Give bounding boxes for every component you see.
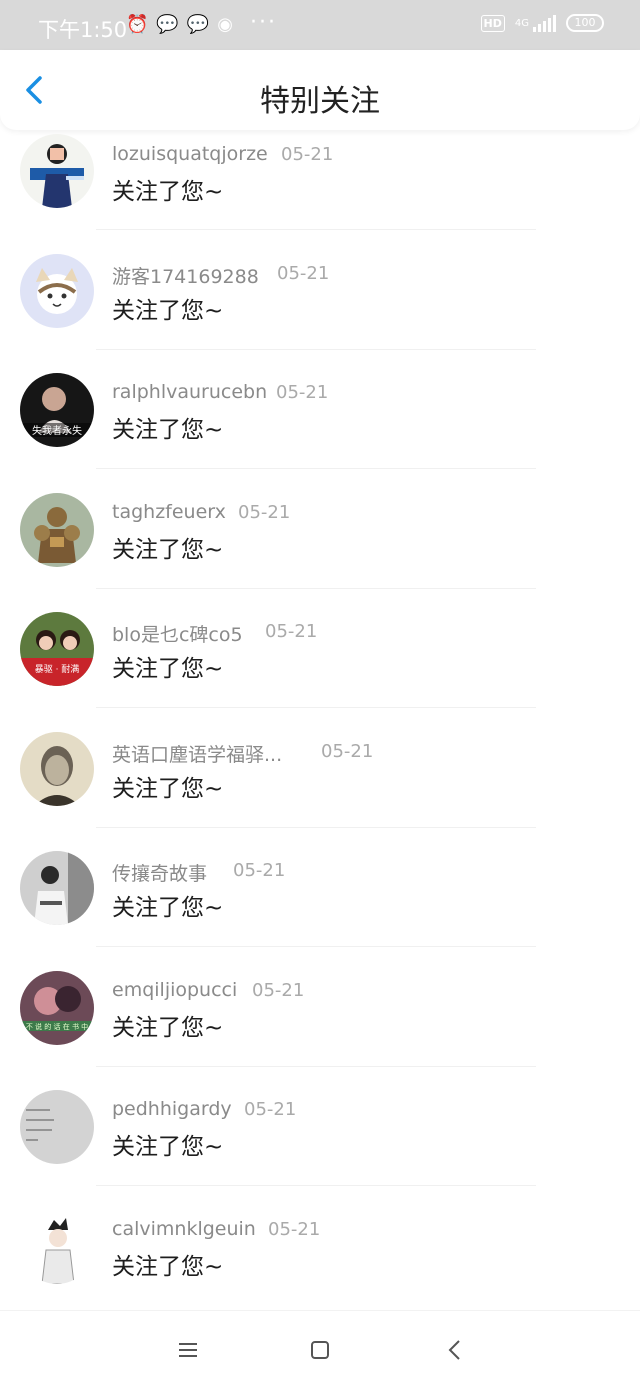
message-text: 关注了您~	[112, 297, 224, 324]
avatar[interactable]	[20, 851, 94, 925]
home-button[interactable]	[305, 1335, 335, 1365]
list-item[interactable]: 暴驱 · 耐满 blo是乜c碑co5 05-21 关注了您~	[0, 608, 640, 728]
square-home-icon	[311, 1341, 329, 1359]
list-item[interactable]: calvimnklgeuin 05-21 关注了您~	[0, 1206, 640, 1326]
timestamp: 05-21	[321, 740, 374, 762]
avatar[interactable]: 心 不 说 的 话 在 书 中 藏	[20, 970, 94, 1045]
battery-icon: 100	[566, 14, 604, 32]
divider	[96, 587, 536, 589]
divider	[96, 1185, 536, 1186]
list-item[interactable]: taghzfeuerx 05-21 关注了您~	[0, 489, 640, 609]
timestamp: 05-21	[244, 1099, 297, 1120]
hd-badge: HD	[480, 14, 505, 32]
message-text: 关注了您~	[112, 775, 224, 802]
user-name[interactable]: ralphlvaurucebn	[112, 381, 267, 403]
user-name[interactable]: 游客174169288	[112, 262, 259, 289]
system-back-button[interactable]	[440, 1335, 470, 1365]
divider	[96, 707, 536, 708]
timestamp: 05-21	[238, 501, 291, 523]
divider	[96, 946, 536, 947]
message-text: 关注了您~	[112, 895, 224, 921]
divider	[96, 826, 536, 828]
status-bar: 下午1:50 ⏰ 💬 💬 ◉ ··· HD 4G 100	[0, 0, 640, 50]
message-text: 关注了您~	[112, 1134, 224, 1160]
avatar[interactable]	[20, 253, 94, 328]
timestamp: 05-21	[252, 979, 305, 1001]
svg-text:暴驱 · 耐满: 暴驱 · 耐满	[35, 663, 80, 675]
app-header: 特别关注	[0, 50, 640, 130]
user-name[interactable]: emqiljiopucci	[112, 979, 237, 1001]
list-item[interactable]: 英语口塵语学福驿... 05-21 关注了您~	[0, 728, 640, 848]
list-item[interactable]: 传攘奇故事 05-21 关注了您~	[0, 847, 640, 967]
avatar[interactable]: 暴驱 · 耐满	[20, 612, 94, 686]
app-icon: ◉	[217, 14, 233, 35]
timestamp: 05-21	[281, 144, 334, 165]
timestamp: 05-21	[268, 1218, 321, 1240]
timestamp: 05-21	[265, 621, 318, 642]
back-triangle-icon	[448, 1340, 460, 1360]
divider	[96, 468, 536, 469]
divider	[96, 348, 536, 350]
status-system-icons: HD 4G 100	[480, 14, 604, 32]
message-text: 关注了您~	[112, 536, 224, 563]
user-name[interactable]: 英语口塵语学福驿...	[112, 740, 282, 767]
user-name[interactable]: pedhhigardy	[112, 1098, 232, 1120]
message-text: 关注了您~	[112, 417, 224, 443]
list-item[interactable]: pedhhigardy 05-21 关注了您~	[0, 1086, 640, 1206]
user-name[interactable]: 传攘奇故事	[112, 859, 207, 886]
user-name[interactable]: calvimnklgeuin	[112, 1218, 256, 1240]
svg-text:失我者永失: 失我者永失	[32, 424, 82, 437]
message-text: 关注了您~	[112, 1014, 224, 1041]
message-text: 关注了您~	[112, 179, 224, 205]
message-text: 关注了您~	[112, 1253, 224, 1280]
timestamp: 05-21	[276, 382, 329, 403]
more-notifications-icon: ···	[250, 10, 277, 35]
avatar[interactable]: 失我者永失	[20, 373, 94, 447]
wechat-icon: 💬	[156, 14, 179, 35]
user-name[interactable]: taghzfeuerx	[112, 501, 226, 523]
list-item[interactable]: 心 不 说 的 话 在 书 中 藏 emqiljiopucci 05-21 关注…	[0, 967, 640, 1087]
system-nav-bar	[0, 1310, 640, 1388]
avatar[interactable]	[20, 731, 94, 806]
avatar[interactable]	[20, 1209, 94, 1284]
timestamp: 05-21	[277, 262, 330, 284]
list-item[interactable]: 失我者永失 ralphlvaurucebn 05-21 关注了您~	[0, 369, 640, 489]
avatar[interactable]	[20, 1090, 94, 1164]
status-notification-icons: ⏰ 💬 💬 ◉	[126, 14, 233, 36]
page-title: 特别关注	[260, 84, 380, 119]
avatar[interactable]	[20, 134, 94, 208]
menu-button[interactable]	[173, 1335, 203, 1365]
svg-text:心 不 说 的 话 在 书 中 藏: 心 不 说 的 话 在 书 中 藏	[20, 1022, 94, 1031]
user-name[interactable]: lozuisquatqjorze	[112, 143, 268, 165]
timestamp: 05-21	[233, 860, 286, 881]
status-time: 下午1:50	[38, 18, 128, 42]
list-item[interactable]: lozuisquatqjorze 05-21 关注了您~	[0, 130, 640, 250]
avatar[interactable]	[20, 492, 94, 567]
network-label: 4G	[514, 17, 529, 29]
follower-list: lozuisquatqjorze 05-21 关注了您~ 游客174169288…	[0, 130, 640, 1325]
divider	[96, 229, 536, 230]
message-text: 关注了您~	[112, 656, 224, 682]
user-name[interactable]: blo是乜c碑co5	[112, 620, 243, 647]
list-item[interactable]: 游客174169288 05-21 关注了您~	[0, 250, 640, 370]
signal-icon	[533, 14, 556, 32]
alarm-icon: ⏰	[126, 14, 149, 35]
wechat-icon: 💬	[186, 14, 210, 35]
menu-icon	[179, 1343, 197, 1357]
divider	[96, 1065, 536, 1067]
